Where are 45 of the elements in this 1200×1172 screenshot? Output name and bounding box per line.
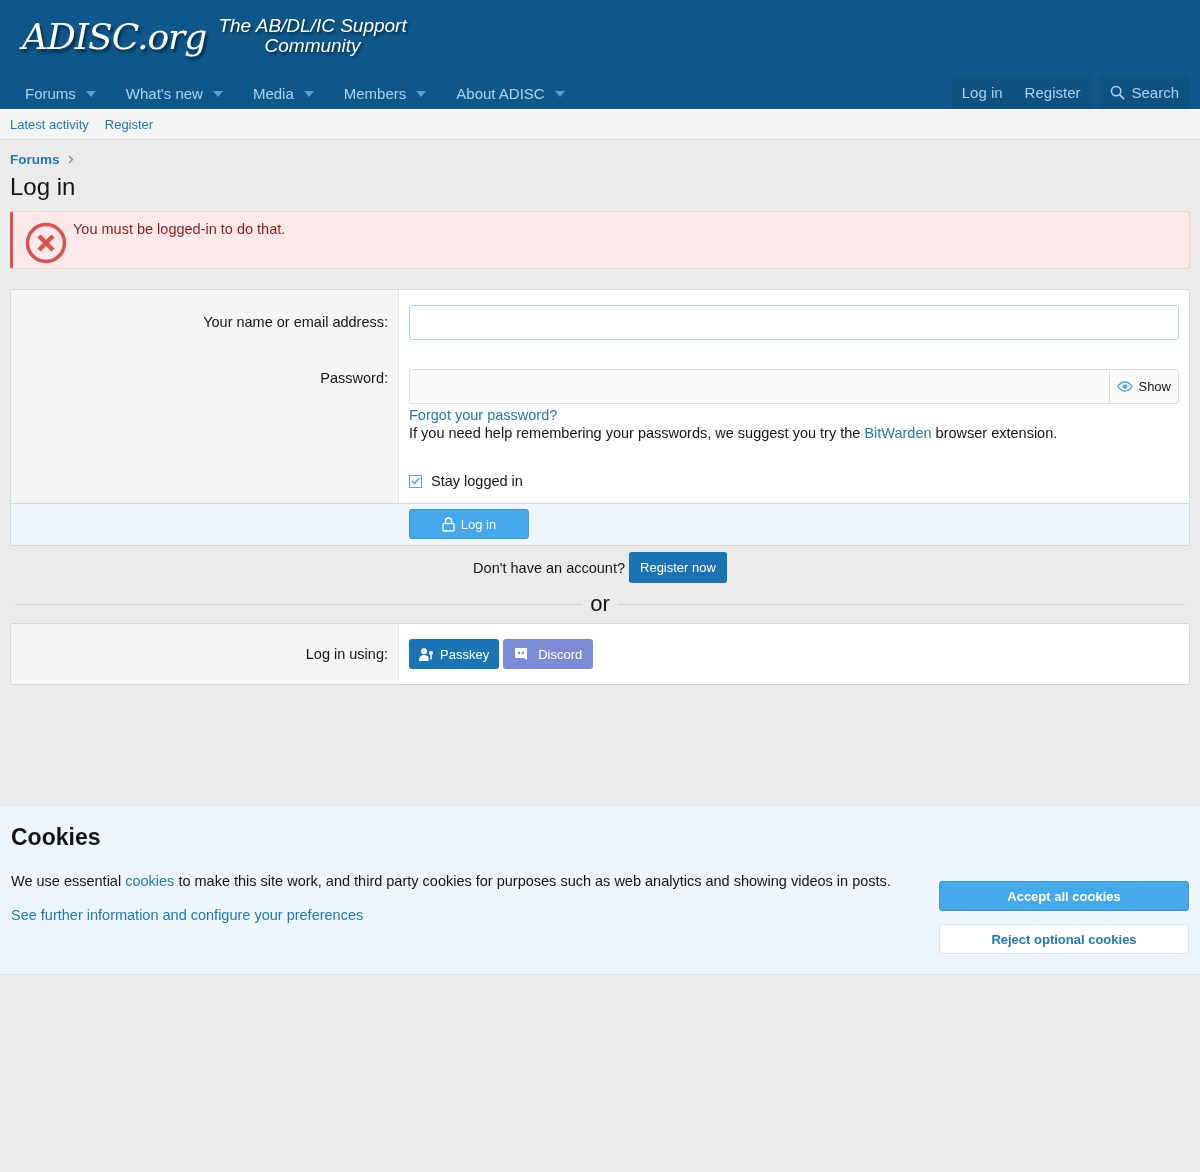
login-button[interactable]: Log in	[409, 509, 529, 539]
error-icon	[25, 222, 67, 264]
user-key-icon	[419, 647, 434, 661]
cookie-text: We use essential cookies to make this site work, and third party cookies for purposes such as web analytics and showing videos in posts.	[11, 872, 892, 891]
name-input-field[interactable]	[409, 305, 1179, 340]
register-prompt: Don't have an account?	[473, 559, 625, 576]
chat-bubble-icon	[514, 647, 529, 661]
field-label: Log in using:	[305, 646, 388, 662]
password-input-field[interactable]: Show	[409, 369, 1179, 404]
passkey-button[interactable]: Passkey	[409, 639, 500, 669]
field-label: Password:	[320, 370, 388, 386]
nav-tab[interactable]: Forums	[10, 85, 111, 102]
subnav-link[interactable]: Latest activity	[10, 116, 89, 132]
cookies-link[interactable]: cookies	[125, 873, 175, 889]
checkbox-label: Stay logged in	[431, 473, 523, 489]
show-password-button[interactable]: Show	[1109, 370, 1178, 403]
page-title: Log in	[10, 173, 77, 201]
site-tagline: Community	[264, 36, 361, 56]
eye-icon	[1117, 381, 1134, 392]
or-divider-text: or	[590, 591, 610, 617]
forgot-password-link[interactable]: Forgot your password?	[409, 407, 1179, 423]
nav-tab[interactable]: What's new	[110, 85, 238, 102]
accept-cookies-button[interactable]: Accept all cookies	[939, 881, 1189, 911]
search-button[interactable]: Search	[1099, 75, 1190, 109]
register-now-button[interactable]: Register now	[629, 552, 727, 583]
site-tagline: The AB/DL/IC Support	[218, 16, 407, 36]
lock-icon	[441, 516, 455, 532]
login-link[interactable]: Log in	[950, 75, 1014, 109]
nav-tab[interactable]: About ADISC	[441, 85, 580, 102]
chevron-icon	[67, 155, 74, 164]
subnav-link[interactable]: Register	[104, 116, 154, 132]
breadcrumb-link[interactable]: Forums	[10, 152, 60, 167]
discord-button[interactable]: Discord	[503, 639, 594, 669]
nav-tab[interactable]: Media	[237, 85, 329, 102]
password-help-text: If you need help remembering your passwords, we suggest you try the BitWarden browser extension.	[409, 425, 1059, 441]
cookie-title: Cookies	[11, 824, 102, 851]
stay-logged-in-checkbox[interactable]	[409, 474, 422, 488]
error-message: You must be logged-in to do that.	[73, 221, 286, 237]
cookie-preferences-link[interactable]: See further information and configure your preferences	[11, 907, 909, 923]
field-label: Your name or email address:	[203, 314, 388, 330]
register-link[interactable]: Register	[1013, 75, 1092, 109]
nav-tab[interactable]: Members	[328, 85, 442, 102]
reject-cookies-button[interactable]: Reject optional cookies	[939, 924, 1189, 954]
search-icon	[1110, 85, 1126, 100]
bitwarden-link[interactable]: BitWarden	[864, 425, 932, 441]
